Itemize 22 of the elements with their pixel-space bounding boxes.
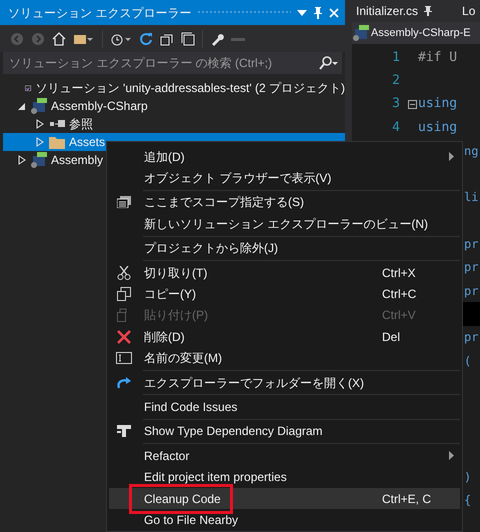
code-text: { — [464, 492, 472, 510]
code-text: pr — [464, 282, 478, 300]
line-number: 1 — [391, 48, 400, 67]
tree-label: Assembly-CSharp — [51, 98, 148, 115]
code-text: pr — [464, 259, 478, 276]
code-text: pr — [464, 329, 478, 346]
project-name: Assembly-CSharp-E — [371, 26, 471, 41]
code-text: ) — [464, 468, 472, 486]
code-text: using — [418, 118, 458, 137]
code-text: ( — [464, 352, 472, 370]
tree-label: Assets — [69, 134, 106, 151]
tree-label: Assembly — [51, 152, 104, 169]
panel-title: ソリューション エクスプローラー — [8, 4, 192, 22]
line-number: 2 — [391, 72, 400, 90]
tree-label: 参照 — [69, 116, 93, 133]
line-number: 4 — [391, 118, 400, 137]
code-text: pr — [464, 236, 478, 254]
code-text: #if U — [418, 48, 458, 67]
code-text: ng — [464, 142, 478, 160]
line-number: 3 — [391, 95, 400, 114]
code-text: li — [464, 189, 478, 206]
code-text: using — [418, 95, 458, 114]
